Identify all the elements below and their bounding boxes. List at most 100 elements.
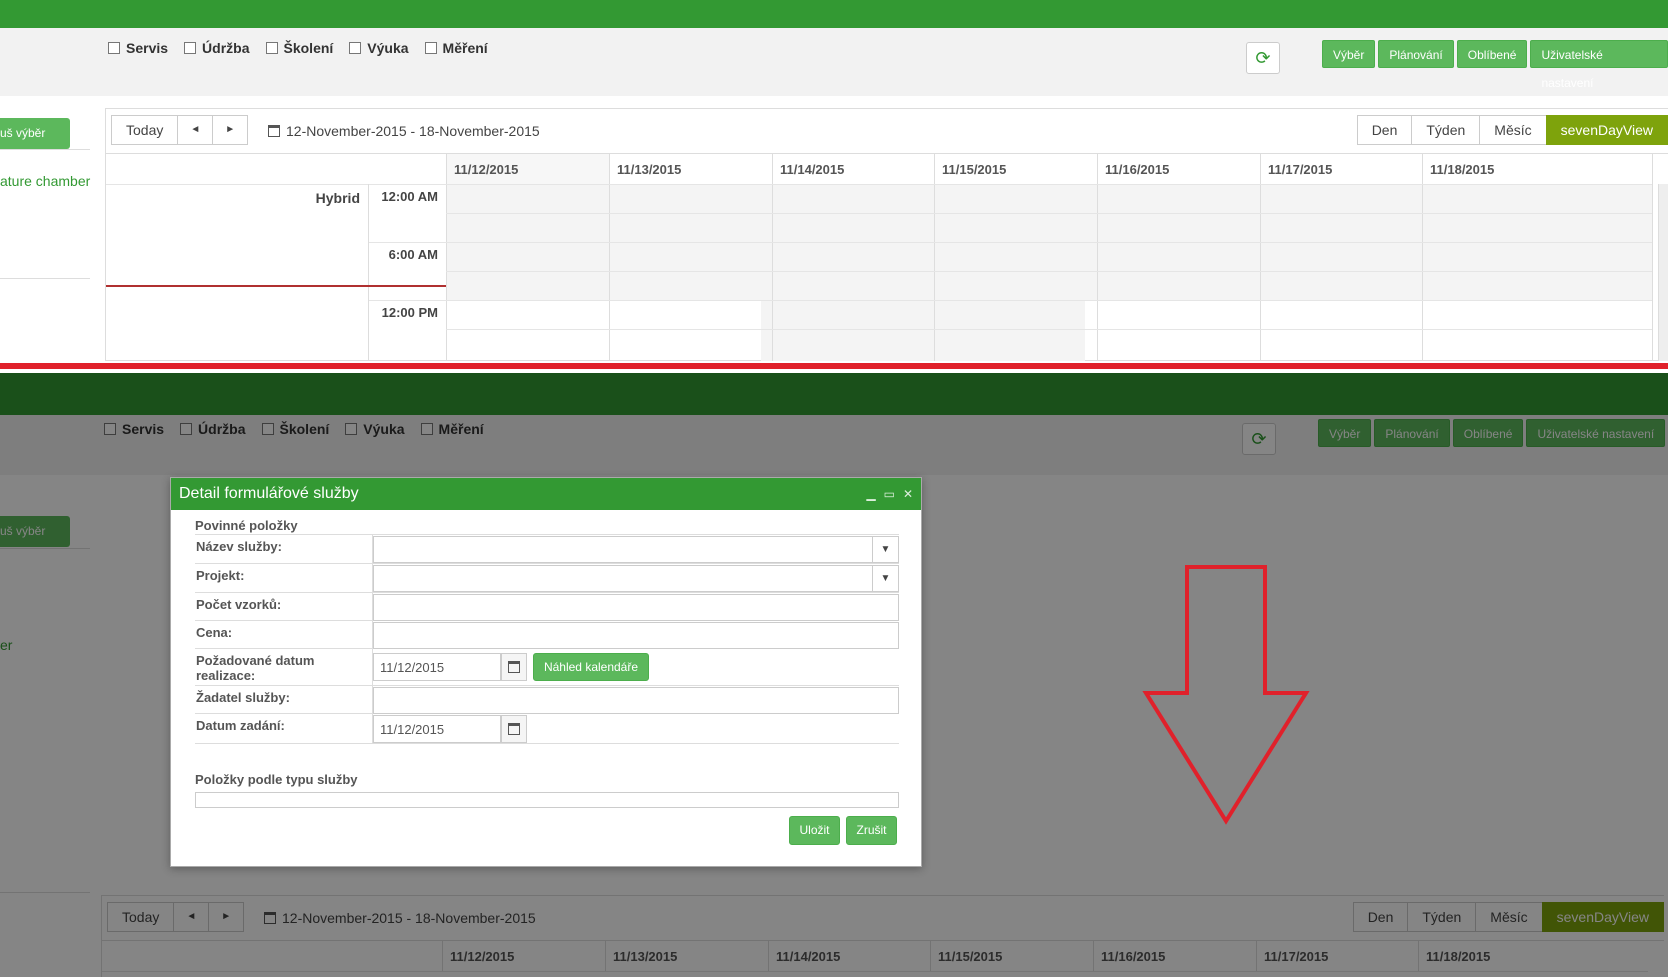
row-price: Cena: [195,621,899,649]
filter-skoleni[interactable]: Školení [265,40,333,56]
row-project: Projekt: ▼ [195,564,899,593]
grid-line [446,213,1652,214]
requester-input[interactable] [373,687,899,714]
label-sample-count: Počet vzorků: [195,593,373,620]
calendar-icon [508,661,520,673]
dialog-title: Detail formulářové služby [179,485,359,502]
date-picker-button[interactable] [501,653,527,681]
type-items-table [195,792,899,808]
label-price: Cena: [195,621,373,648]
dialog-titlebar: Detail formulářové služby ▁ ▭ ✕ [171,478,921,510]
day-header: 11/12/2015 [446,154,609,184]
date-range[interactable]: 12-November-2015 - 18-November-2015 [268,123,540,139]
filter-vyuka[interactable]: Výuka [349,40,409,56]
calendar-icon [508,723,520,735]
minimize-icon[interactable]: ▁ [866,478,875,510]
navigation-group: Today ◄ ► [111,115,249,145]
sidebar-divider [0,278,90,279]
row-requester: Žadatel služby: [195,686,899,714]
today-button[interactable]: Today [111,115,179,145]
chevron-down-icon: ▼ [872,566,898,591]
time-label: 12:00 AM [381,189,438,204]
label-requester: Žadatel služby: [195,686,373,713]
menu-user-settings-button[interactable]: Uživatelské nastavení [1530,40,1668,90]
time-column: 12:00 AM 6:00 AM 12:00 PM [368,184,446,361]
service-name-select[interactable]: ▼ [373,536,899,563]
label-project: Projekt: [195,564,373,592]
type-section-title: Položky podle typu služby [195,772,358,787]
entry-date-input[interactable]: 11/12/2015 [373,715,501,743]
grid-line [368,242,1652,243]
weekend-shade [923,300,1085,361]
timeline-grid: 11/12/2015 11/13/2015 11/14/2015 11/15/2… [106,153,1668,361]
day-header: 11/17/2015 [1260,154,1422,184]
label-service-name: Název služby: [195,535,373,563]
grid-line [446,329,1652,330]
price-input[interactable] [373,622,899,649]
row-requested-date: Požadované datum realizace: 11/12/2015 N… [195,649,899,686]
filter-udrzba[interactable]: Údržba [184,40,250,56]
requested-date-input[interactable]: 11/12/2015 [373,653,501,681]
view-seven-day[interactable]: sevenDayView [1545,115,1668,145]
grid-line [368,300,1652,301]
window-controls: ▁ ▭ ✕ [866,478,913,510]
filter-servis[interactable]: Servis [108,40,168,56]
annotation-divider [0,361,1668,373]
current-time-line [106,285,446,287]
weekend-shade [761,300,923,361]
menu-planovani-button[interactable]: Plánování [1378,40,1454,68]
cancel-button[interactable]: Zrušit [846,816,897,845]
refresh-button[interactable]: ⟳ [1246,42,1280,74]
sample-count-input[interactable] [373,594,899,621]
sidebar-divider [0,149,90,150]
calendar-screen-with-dialog: Servis Údržba Školení Výuka Měření ⟳ Výb… [0,373,1668,977]
menu-oblibene-button[interactable]: Oblíbené [1456,40,1528,68]
checkbox[interactable] [265,42,278,54]
project-select[interactable]: ▼ [373,565,899,592]
filter-toolbar: Servis Údržba Školení Výuka Měření ⟳ Výb… [0,28,1668,96]
filter-mereni[interactable]: Měření [424,40,488,56]
grid-line [1652,154,1653,361]
sidebar-item-chamber[interactable]: ature chamber [0,173,90,189]
service-detail-dialog: Detail formulářové služby ▁ ▭ ✕ Povinné … [170,477,922,867]
label-requested-date: Požadované datum realizace: [195,649,373,685]
date-picker-button[interactable] [501,715,527,743]
checkbox[interactable] [184,42,197,54]
resource-name: Hybrid [315,190,360,206]
chevron-down-icon: ▼ [872,537,898,562]
checkbox[interactable] [424,42,437,54]
view-den[interactable]: Den [1356,115,1413,145]
view-mesic[interactable]: Měsíc [1479,115,1547,145]
menu-vyber-button[interactable]: Výběr [1322,40,1376,68]
next-button[interactable]: ► [212,115,249,145]
close-icon[interactable]: ✕ [903,478,913,510]
day-header: 11/18/2015 [1422,154,1652,184]
maximize-icon[interactable]: ▭ [884,478,895,510]
checkbox[interactable] [349,42,362,54]
refresh-icon: ⟳ [1255,47,1271,68]
grid-line [446,271,1652,272]
scheduler-toolbar: Today ◄ ► 12-November-2015 - 18-November… [106,109,1668,153]
save-button[interactable]: Uložit [789,816,840,845]
view-tyden[interactable]: Týden [1411,115,1481,145]
checkbox[interactable] [108,42,120,54]
row-sample-count: Počet vzorků: [195,593,899,621]
scrollbar[interactable] [1658,184,1668,361]
scheduler: Today ◄ ► 12-November-2015 - 18-November… [105,108,1668,361]
time-label: 6:00 AM [388,247,438,262]
day-header: 11/13/2015 [609,154,772,184]
view-switcher: Den Týden Měsíc sevenDayView [1356,115,1668,145]
top-menu: Výběr Plánování Oblíbené Uživatelské nas… [1322,40,1668,90]
day-header: 11/16/2015 [1097,154,1260,184]
time-label: 12:00 PM [381,305,438,320]
row-service-name: Název služby: ▼ [195,534,899,564]
calendar-preview-button[interactable]: Náhled kalendáře [533,653,649,681]
calendar-icon [268,125,280,137]
day-header: 11/14/2015 [772,154,934,184]
prev-button[interactable]: ◄ [177,115,214,145]
red-arrow-annotation [1142,565,1310,825]
service-type-filters: Servis Údržba Školení Výuka Měření [108,40,488,56]
red-divider-line [0,363,1668,369]
cancel-selection-button[interactable]: uš výběr [0,118,70,149]
top-bar [0,0,1668,28]
